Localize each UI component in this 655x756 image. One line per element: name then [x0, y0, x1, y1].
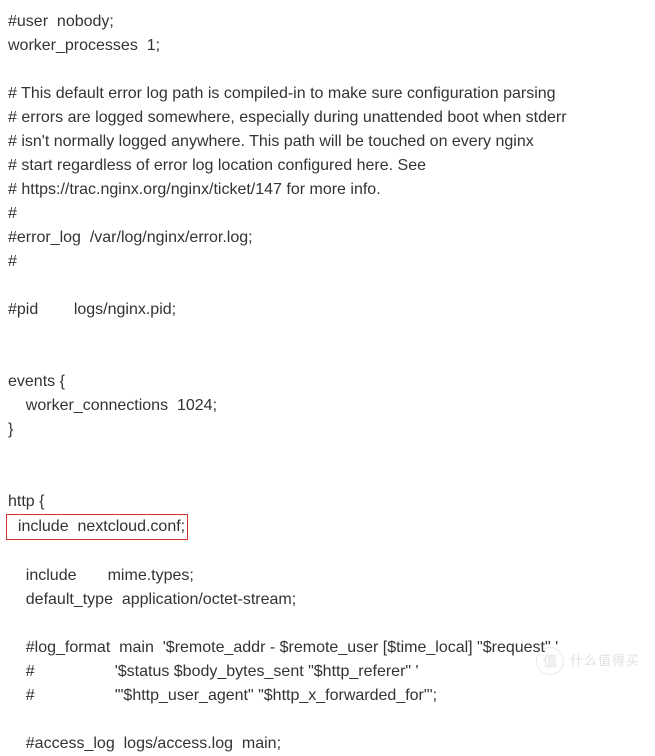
- config-comment: # errors are logged somewhere, especiall…: [8, 106, 647, 130]
- empty-line: [8, 540, 647, 564]
- config-comment: # '"$http_user_agent" "$http_x_forwarded…: [8, 684, 647, 708]
- watermark: 值 什么值得买: [536, 647, 640, 675]
- config-comment: #: [8, 250, 647, 274]
- empty-line: [8, 274, 647, 298]
- config-comment: # start regardless of error log location…: [8, 154, 647, 178]
- config-line: #access_log logs/access.log main;: [8, 732, 647, 756]
- watermark-text: 什么值得买: [570, 651, 640, 671]
- config-comment: #: [8, 202, 647, 226]
- config-block-open: events {: [8, 370, 647, 394]
- config-line: #pid logs/nginx.pid;: [8, 298, 647, 322]
- empty-line: [8, 466, 647, 490]
- config-line: #user nobody;: [8, 10, 647, 34]
- config-comment: # https://trac.nginx.org/nginx/ticket/14…: [8, 178, 647, 202]
- config-line: #error_log /var/log/nginx/error.log;: [8, 226, 647, 250]
- config-comment: # isn't normally logged anywhere. This p…: [8, 130, 647, 154]
- watermark-icon: 值: [536, 647, 564, 675]
- highlighted-include-line: include nextcloud.conf;: [8, 514, 647, 540]
- config-line: default_type application/octet-stream;: [8, 588, 647, 612]
- empty-line: [8, 708, 647, 732]
- config-line: worker_processes 1;: [8, 34, 647, 58]
- empty-line: [8, 322, 647, 346]
- config-block-open: http {: [8, 490, 647, 514]
- config-line: worker_connections 1024;: [8, 394, 647, 418]
- empty-line: [8, 612, 647, 636]
- empty-line: [8, 442, 647, 466]
- empty-line: [8, 346, 647, 370]
- empty-line: [8, 58, 647, 82]
- config-comment: # This default error log path is compile…: [8, 82, 647, 106]
- config-block-close: }: [8, 418, 647, 442]
- config-line: include mime.types;: [8, 564, 647, 588]
- highlight-box: include nextcloud.conf;: [6, 514, 188, 540]
